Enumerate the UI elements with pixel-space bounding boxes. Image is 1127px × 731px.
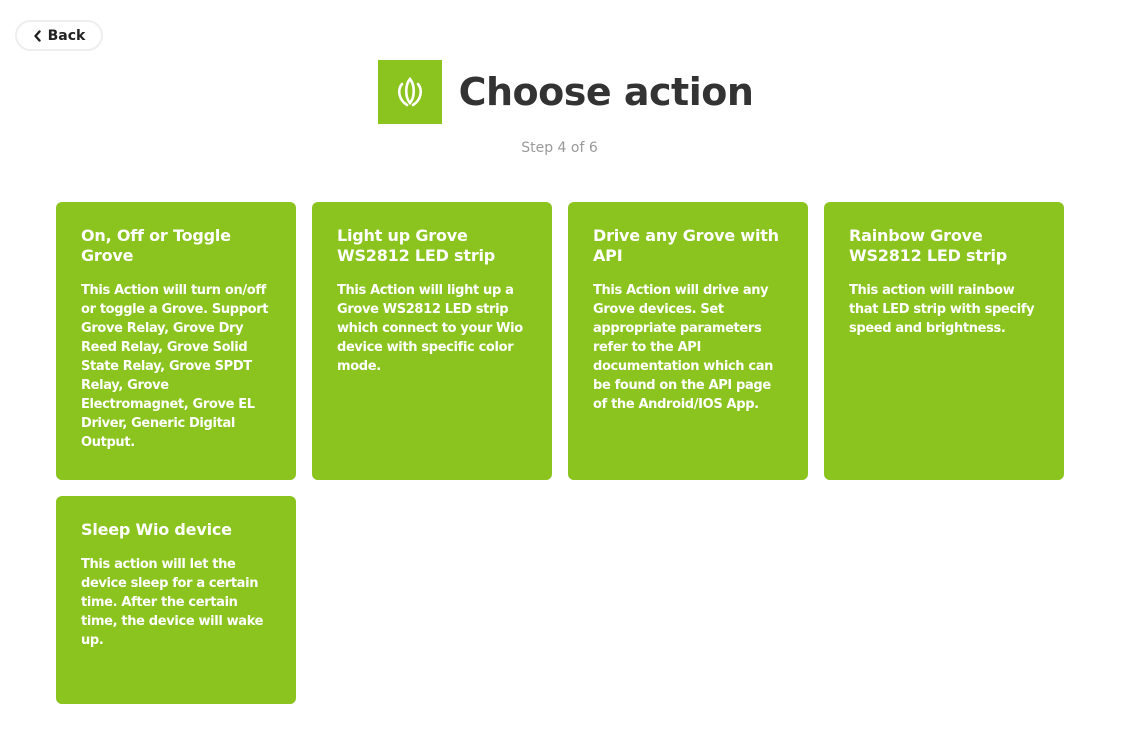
header: Choose action <box>0 60 1127 124</box>
action-card-description: This Action will drive any Grove devices… <box>593 283 774 412</box>
wio-grove-logo-icon <box>377 60 442 124</box>
action-card-sleep-wio[interactable]: Sleep Wio device This action will let th… <box>56 496 296 704</box>
page-title: Choose action <box>458 70 754 114</box>
action-card-description: This Action will turn on/off or toggle a… <box>81 283 269 450</box>
page: Back Choose action Step 4 of 6 On, Off o… <box>0 0 1127 731</box>
action-card-title: Sleep Wio device <box>81 520 232 539</box>
action-card-title: Light up Grove WS2812 LED strip <box>337 226 496 265</box>
action-card-title: Rainbow Grove WS2812 LED strip <box>849 226 1008 265</box>
action-card-title: On, Off or Toggle Grove <box>81 226 231 265</box>
action-card-description: This action will rainbow that LED strip … <box>849 283 1035 336</box>
action-card-description: This action will let the device sleep fo… <box>81 557 264 648</box>
step-indicator: Step 4 of 6 <box>521 140 598 156</box>
action-card-rainbow-led-strip[interactable]: Rainbow Grove WS2812 LED strip This acti… <box>824 202 1064 480</box>
chevron-left-icon <box>33 29 42 42</box>
back-button[interactable]: Back <box>15 20 103 51</box>
action-card-light-led-strip[interactable]: Light up Grove WS2812 LED strip This Act… <box>312 202 552 480</box>
action-card-title: Drive any Grove with API <box>593 226 779 265</box>
action-card-description: This Action will light up a Grove WS2812… <box>337 283 523 374</box>
back-label: Back <box>47 27 86 44</box>
header-inner: Choose action <box>377 60 754 124</box>
action-card-toggle-grove[interactable]: On, Off or Toggle Grove This Action will… <box>56 202 296 480</box>
action-card-drive-grove-api[interactable]: Drive any Grove with API This Action wil… <box>568 202 808 480</box>
